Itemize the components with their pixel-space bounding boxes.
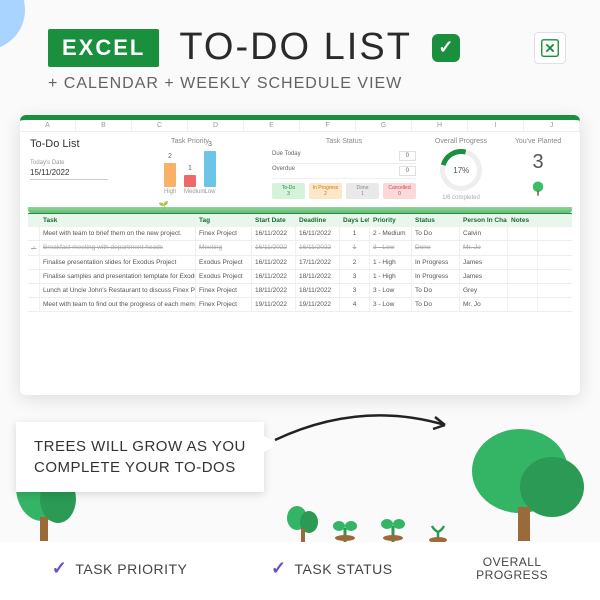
table-row[interactable]: Finalise presentation slides for Exodus … [28,256,572,270]
arrow-icon [270,395,460,455]
status-pill: Cancelled0 [383,183,416,199]
table-header[interactable] [28,214,40,227]
table-header[interactable]: Days Left [340,214,370,227]
checkbox-icon[interactable] [28,256,40,269]
check-icon: ✓ [271,558,287,579]
subtitle: + CALENDAR + WEEKLY SCHEDULE VIEW [48,75,572,93]
planted-title: You've Planted [506,138,570,145]
checkbox-icon[interactable] [28,270,40,283]
table-header[interactable]: Notes [508,214,538,227]
grass-strip: 🌱 [28,207,572,213]
status-pill: To-Do3 [272,183,305,199]
table-header[interactable]: Tag [196,214,252,227]
progress-ring: 17% [432,141,489,198]
callout-line-2: COMPLETE YOUR TO-DOS [34,457,246,478]
table-row[interactable]: ✓ Breakfast meeting with department head… [28,241,572,256]
check-icon: ✓ [432,34,460,62]
table-row[interactable]: Meet with team to find out the progress … [28,298,572,312]
checkbox-icon[interactable]: ✓ [28,241,40,255]
table-header[interactable]: Priority [370,214,412,227]
table-header[interactable]: Start Date [252,214,296,227]
footer: ✓ TASK PRIORITY ✓ TASK STATUS OVERALL PR… [0,542,600,600]
status-row: Due Today0 [272,149,416,164]
table-header[interactable]: Task [40,214,196,227]
bar-low: 3 [204,151,216,187]
today-date: 15/11/2022 [30,166,108,180]
footer-item-progress: OVERALL PROGRESS [476,556,548,582]
checkbox-icon[interactable] [28,227,40,240]
priority-card-title: Task Priority [118,138,262,145]
footer-item-status: ✓ TASK STATUS [271,556,393,582]
tree-icon [506,180,570,201]
callout-line-1: TREES WILL GROW AS YOU [34,436,246,457]
callout-box: TREES WILL GROW AS YOU COMPLETE YOUR TO-… [16,422,264,492]
column-headers: ABCDEFGHIJ [20,120,580,132]
checkbox-icon[interactable] [28,284,40,297]
status-pill: In Progress2 [309,183,342,199]
bar-medium: 1 [184,175,196,187]
priority-bar-chart: 213 [118,149,262,187]
page-title: TO-DO LIST [179,26,412,69]
excel-app-icon [534,32,566,64]
task-table[interactable]: TaskTagStart DateDeadlineDays LeftPriori… [28,213,572,312]
status-row: Overdue0 [272,164,416,179]
table-header[interactable]: Status [412,214,460,227]
table-row[interactable]: Lunch at Uncle John's Restaurant to disc… [28,284,572,298]
footer-item-priority: ✓ TASK PRIORITY [52,556,188,582]
table-row[interactable]: Meet with team to brief them on the new … [28,227,572,241]
bar-high: 2 [164,163,176,187]
status-pill: Done1 [346,183,379,199]
planted-count: 3 [506,151,570,174]
spreadsheet-window[interactable]: ABCDEFGHIJ To-Do List Today's Date 15/11… [20,115,580,395]
progress-title: Overall Progress [426,138,496,145]
table-header[interactable]: Person In Charge [460,214,508,227]
status-card-title: Task Status [272,138,416,145]
header: EXCEL TO-DO LIST ✓ + CALENDAR + WEEKLY S… [0,0,600,103]
progress-sub: 1/6 completed [426,195,496,201]
sheet-title: To-Do List [30,138,108,150]
check-icon: ✓ [52,558,68,579]
table-header[interactable]: Deadline [296,214,340,227]
excel-badge: EXCEL [48,29,159,67]
table-row[interactable]: Finalise samples and presentation templa… [28,270,572,284]
checkbox-icon[interactable] [28,298,40,311]
